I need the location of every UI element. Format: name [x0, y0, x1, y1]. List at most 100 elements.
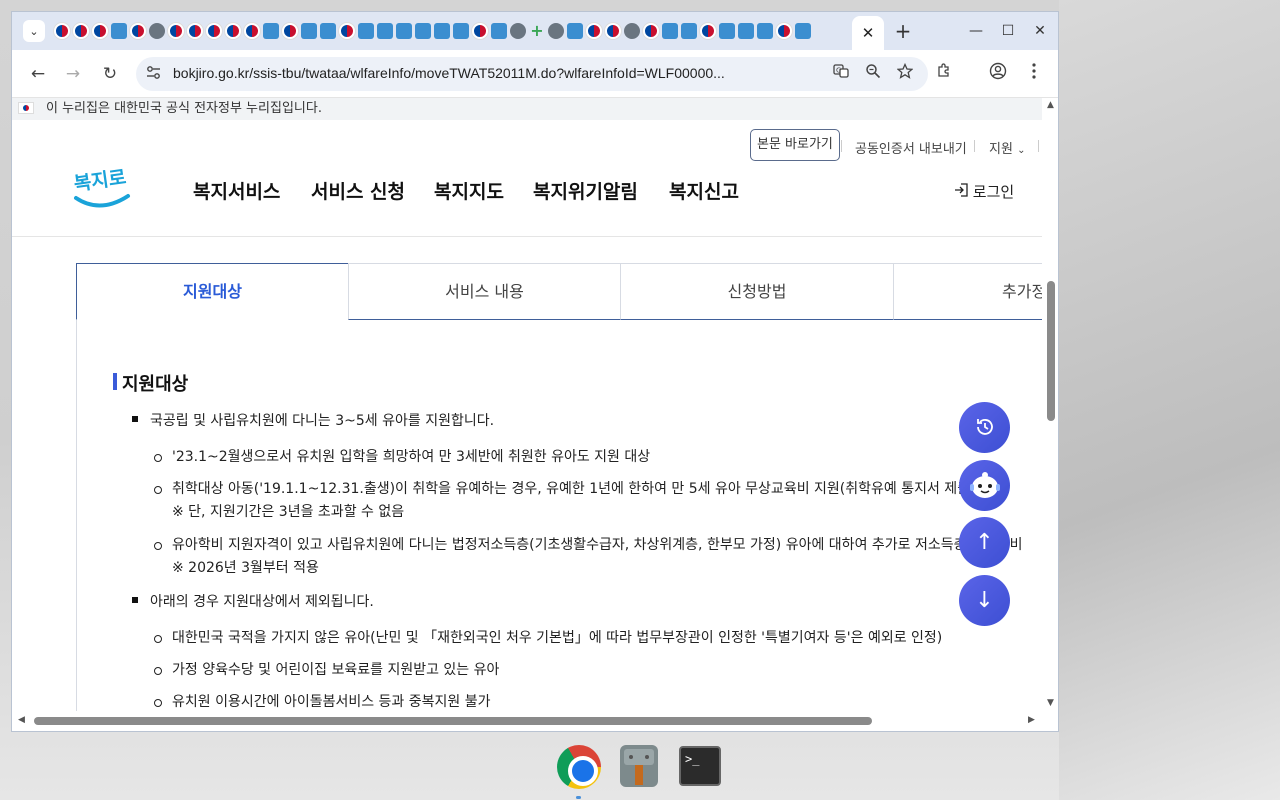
gnb-welfare-map[interactable]: 복지지도 — [434, 177, 504, 204]
tab-favicon[interactable] — [681, 23, 697, 39]
tab-favicon[interactable] — [244, 23, 260, 39]
tab-favicon[interactable] — [757, 23, 773, 39]
tab-favicon[interactable] — [282, 23, 298, 39]
skip-to-content-link[interactable]: 본문 바로가기 — [750, 129, 840, 161]
tab-favicon[interactable] — [567, 23, 583, 39]
gnb-crisis-alert[interactable]: 복지위기알림 — [533, 177, 638, 204]
running-indicator — [576, 796, 581, 799]
chatbot-icon[interactable] — [959, 460, 1010, 511]
site-info-icon[interactable] — [146, 65, 161, 84]
tab-favicon[interactable] — [149, 23, 165, 39]
recent-history-button[interactable] — [959, 402, 1010, 453]
tab-favicon[interactable] — [434, 23, 450, 39]
tab-favicon[interactable] — [586, 23, 602, 39]
tab-favicon[interactable] — [491, 23, 507, 39]
tab-favicon[interactable] — [643, 23, 659, 39]
tab-favicon[interactable] — [168, 23, 184, 39]
utility-divider — [974, 140, 975, 152]
tab-favicon[interactable] — [738, 23, 754, 39]
tab-search-button[interactable]: ⌄ — [23, 20, 45, 42]
tab-favicon[interactable] — [472, 23, 488, 39]
scroll-right-arrow-icon[interactable]: ▶ — [1028, 715, 1035, 725]
tab-favicon[interactable] — [453, 23, 469, 39]
tab-favicon[interactable] — [54, 23, 70, 39]
profile-icon[interactable] — [986, 62, 1010, 86]
tab-favicon[interactable] — [377, 23, 393, 39]
gov-banner: 이 누리집은 대한민국 공식 전자정부 누리집입니다. — [12, 98, 1042, 120]
list-item: 아래의 경우 지원대상에서 제외됩니다. — [132, 591, 374, 611]
horizontal-scrollbar[interactable]: ◀ ▶ — [12, 711, 1042, 731]
forward-button[interactable]: → — [61, 62, 85, 86]
tab-favicon[interactable] — [130, 23, 146, 39]
active-tab-close-button[interactable]: ✕ — [852, 16, 884, 50]
sub-list-item-text: 취학대상 아동('19.1.1~12.31.출생)이 취학을 유예하는 경우, … — [172, 481, 976, 497]
tab-favicon[interactable]: + — [529, 23, 545, 39]
horizontal-scroll-thumb[interactable] — [34, 717, 872, 725]
scroll-top-button[interactable]: ↑ — [959, 517, 1010, 568]
scroll-bottom-button[interactable]: ↓ — [959, 575, 1010, 626]
gnb-welfare-services[interactable]: 복지서비스 — [193, 177, 280, 204]
gnb-service-apply[interactable]: 서비스 신청 — [311, 177, 405, 204]
minimize-button[interactable]: — — [966, 21, 986, 41]
address-bar[interactable]: bokjiro.go.kr/ssis-tbu/twataa/wlfareInfo… — [136, 57, 928, 91]
tab-eligibility[interactable]: 지원대상 — [76, 263, 349, 320]
bookmark-star-icon[interactable] — [894, 62, 916, 85]
gnb-welfare-report[interactable]: 복지신고 — [669, 177, 739, 204]
sub-list-item: 대한민국 국적을 가지지 않은 유아(난민 및 「재한외국인 처우 기본법」에 … — [154, 627, 942, 650]
tab-favicon[interactable] — [605, 23, 621, 39]
login-icon — [954, 183, 973, 201]
scroll-left-arrow-icon[interactable]: ◀ — [18, 715, 25, 725]
vertical-scrollbar[interactable]: ▲ ▼ — [1042, 98, 1058, 711]
tab-favicon[interactable] — [662, 23, 678, 39]
sub-list-item-text: 유아학비 지원자격이 있고 사립유치원에 다니는 법정저소득층(기초생활수급자,… — [172, 537, 1023, 553]
tab-favicon[interactable] — [73, 23, 89, 39]
utility-divider — [1038, 140, 1039, 152]
tab-favicon[interactable] — [358, 23, 374, 39]
translate-icon[interactable]: G — [830, 63, 852, 85]
chrome-dock-icon[interactable] — [557, 745, 601, 789]
sub-list-item: 가정 양육수당 및 어린이집 보육료를 지원받고 있는 유아 — [154, 659, 499, 682]
maximize-button[interactable]: ☐ — [998, 21, 1018, 41]
login-button[interactable]: 로그인 — [954, 181, 1014, 202]
tab-favicon[interactable] — [301, 23, 317, 39]
tab-favicon[interactable] — [548, 23, 564, 39]
kebab-menu-icon[interactable] — [1022, 62, 1046, 86]
bokjiro-logo[interactable]: 복지로 — [72, 158, 132, 216]
tab-favicon[interactable] — [510, 23, 526, 39]
tab-additional-info[interactable]: 추가정 — [893, 263, 1042, 320]
tab-how-to-apply[interactable]: 신청방법 — [620, 263, 894, 320]
reload-button[interactable]: ↻ — [98, 62, 122, 86]
tab-favicon[interactable] — [624, 23, 640, 39]
sub-list-item-text: 대한민국 국적을 가지지 않은 유아(난민 및 「재한외국인 처우 기본법」에 … — [172, 630, 943, 646]
tab-favicon[interactable] — [263, 23, 279, 39]
tab-favicon[interactable] — [206, 23, 222, 39]
url-text[interactable]: bokjiro.go.kr/ssis-tbu/twataa/wlfareInfo… — [173, 65, 813, 81]
tab-service-content[interactable]: 서비스 내용 — [348, 263, 621, 320]
vertical-scroll-thumb[interactable] — [1047, 281, 1055, 421]
tab-favicon[interactable] — [776, 23, 792, 39]
tab-favicon[interactable] — [187, 23, 203, 39]
region-label: 지원 — [989, 142, 1013, 157]
scroll-down-arrow-icon[interactable]: ▼ — [1047, 698, 1054, 708]
close-window-button[interactable]: ✕ — [1030, 21, 1050, 41]
zoom-icon[interactable] — [862, 63, 884, 85]
tab-favicon[interactable] — [320, 23, 336, 39]
tab-favicon[interactable] — [795, 23, 811, 39]
tab-favicon[interactable] — [225, 23, 241, 39]
back-button[interactable]: ← — [26, 62, 50, 86]
region-dropdown[interactable]: 지원 ⌄ — [989, 138, 1025, 157]
list-item-text: 아래의 경우 지원대상에서 제외됩니다. — [150, 594, 374, 610]
tab-favicon[interactable] — [339, 23, 355, 39]
utility-app-dock-icon[interactable] — [620, 745, 658, 787]
scroll-up-arrow-icon[interactable]: ▲ — [1047, 100, 1054, 110]
tab-favicon[interactable] — [92, 23, 108, 39]
tab-favicon[interactable] — [415, 23, 431, 39]
terminal-dock-icon[interactable]: >_ — [679, 746, 721, 786]
tab-favicon[interactable] — [111, 23, 127, 39]
extensions-puzzle-icon[interactable] — [932, 62, 956, 86]
tab-favicon[interactable] — [396, 23, 412, 39]
cert-export-link[interactable]: 공동인증서 내보내기 — [855, 138, 967, 157]
tab-favicon[interactable] — [700, 23, 716, 39]
new-tab-button[interactable]: + — [892, 21, 914, 43]
tab-favicon[interactable] — [719, 23, 735, 39]
